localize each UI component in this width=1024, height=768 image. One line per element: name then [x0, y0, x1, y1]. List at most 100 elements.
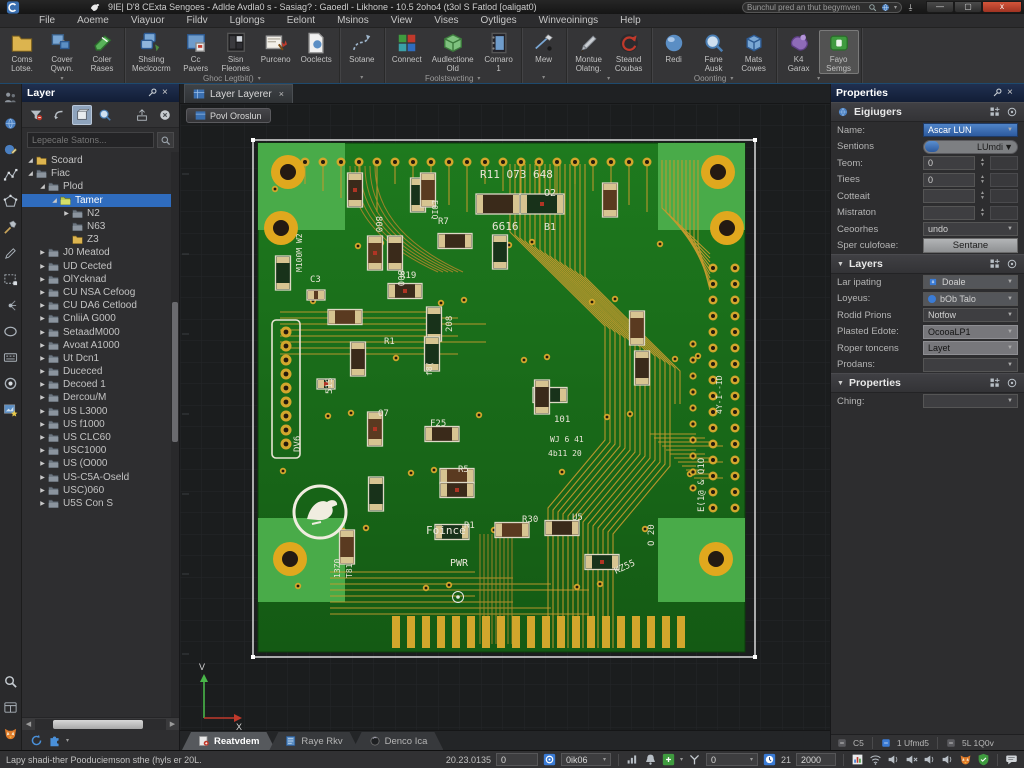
- polyline-icon[interactable]: [2, 166, 20, 184]
- view-tab-denco-ica[interactable]: Denco Ica: [353, 732, 444, 750]
- tree-closed-arrow-icon[interactable]: ▶: [62, 210, 71, 217]
- tree-item-setaadm000[interactable]: ▶SetaadM000: [22, 325, 179, 338]
- ribbon-button-cc[interactable]: Cc Pavers: [176, 30, 216, 74]
- refresh-icon[interactable]: [30, 734, 43, 747]
- ribbon-button-mew[interactable]: Mew: [524, 30, 564, 65]
- tree-item-avoat-a1000[interactable]: ▶Avoat A1000: [22, 339, 179, 352]
- tree-item-fiac[interactable]: ◢Fiac: [22, 167, 179, 180]
- tree-item-us-l3000[interactable]: ▶US L3000: [22, 405, 179, 418]
- tree-item-u5s-con-s[interactable]: ▶U5S Con S: [22, 497, 179, 510]
- tree-vertical-scrollbar[interactable]: [171, 152, 179, 717]
- property-button[interactable]: Sentane: [923, 238, 1018, 253]
- titlebar-search-input[interactable]: [747, 3, 864, 12]
- tree-item-n63[interactable]: N63: [22, 220, 179, 233]
- ribbon-button-shsling[interactable]: Shsling Meclcocrm: [127, 30, 176, 74]
- target-icon[interactable]: [543, 753, 556, 766]
- minimize-button[interactable]: —: [926, 1, 954, 13]
- ribbon-button-montue[interactable]: Montue Olatng.: [569, 30, 609, 74]
- tree-closed-arrow-icon[interactable]: ▶: [38, 381, 47, 388]
- spinner-field[interactable]: 0: [923, 156, 975, 170]
- status-field-2[interactable]: 0▾: [706, 753, 758, 766]
- ribbon-button-comaro[interactable]: Comaro 1: [479, 30, 519, 74]
- ribbon-button-ooclects[interactable]: Ooclects: [296, 30, 337, 65]
- section-header-eigiugers[interactable]: Eigiugers: [831, 102, 1024, 122]
- app-logo-icon[interactable]: [0, 1, 26, 14]
- spray-icon[interactable]: [2, 296, 20, 314]
- tree-item-ut-dcn1[interactable]: ▶Ut Dcn1: [22, 352, 179, 365]
- pcb-board-drawing[interactable]: R11 O73 648O26616B1R7800800E0IQR19C3M100…: [180, 104, 830, 730]
- tree-closed-arrow-icon[interactable]: ▶: [38, 421, 47, 428]
- sphedit-icon[interactable]: [2, 140, 20, 158]
- menu-item-fildv[interactable]: Fildv: [176, 14, 219, 28]
- tree-closed-arrow-icon[interactable]: ▶: [38, 276, 47, 283]
- tree-closed-arrow-icon[interactable]: ▶: [38, 289, 47, 296]
- hscroll-thumb[interactable]: [53, 720, 143, 729]
- ribbon-button-coler[interactable]: Coler Rases: [82, 30, 122, 74]
- tree-closed-arrow-icon[interactable]: ▶: [38, 447, 47, 454]
- target-circle-icon[interactable]: [1006, 258, 1018, 270]
- imagestar-icon[interactable]: [2, 400, 20, 418]
- footer-status-icon[interactable]: [881, 738, 891, 748]
- tree-item-j0-meatod[interactable]: ▶J0 Meatod: [22, 246, 179, 259]
- section-header-layers[interactable]: ▼Layers: [831, 254, 1024, 274]
- group-caret-icon[interactable]: ▾: [60, 75, 63, 82]
- tree-closed-arrow-icon[interactable]: ▶: [38, 487, 47, 494]
- xcirc-icon[interactable]: [155, 105, 175, 125]
- pin-icon[interactable]: [992, 87, 1004, 99]
- collapse-arrow-icon[interactable]: ▼: [837, 261, 844, 268]
- secondary-field[interactable]: [990, 156, 1018, 170]
- filter-icon[interactable]: [26, 105, 46, 125]
- property-dropdown[interactable]: Doale▼: [923, 275, 1018, 289]
- close-button[interactable]: x: [982, 1, 1022, 13]
- tree-item-decoed-1[interactable]: ▶Decoed 1: [22, 378, 179, 391]
- tree-open-arrow-icon[interactable]: ◢: [50, 197, 59, 204]
- panelw-icon[interactable]: [2, 698, 20, 716]
- menu-item-file[interactable]: File: [28, 14, 66, 28]
- ribbon-button-purceno[interactable]: Purceno: [256, 30, 296, 65]
- signal-bars-icon[interactable]: [626, 753, 639, 766]
- magnifier2-icon[interactable]: [2, 672, 20, 690]
- spinner-field[interactable]: 0: [923, 173, 975, 187]
- sphereb-icon[interactable]: [2, 114, 20, 132]
- group-caret-icon[interactable]: ▾: [477, 75, 480, 82]
- wifi-icon[interactable]: [869, 753, 882, 766]
- tree-item-dercou-m[interactable]: ▶Dercou/M: [22, 391, 179, 404]
- keyboard-icon[interactable]: [2, 348, 20, 366]
- upload-icon[interactable]: [132, 105, 152, 125]
- spk-icon[interactable]: [887, 753, 900, 766]
- tree-item-cnliia-g000[interactable]: ▶CnliiA G000: [22, 312, 179, 325]
- chat-icon[interactable]: [1005, 753, 1018, 766]
- menu-item-msinos[interactable]: Msinos: [326, 14, 380, 28]
- property-dropdown[interactable]: OcooaLP1▼: [923, 325, 1018, 339]
- maximize-button[interactable]: ▢: [954, 1, 982, 13]
- close-panel-icon[interactable]: ×: [162, 87, 174, 99]
- tree-closed-arrow-icon[interactable]: ▶: [38, 460, 47, 467]
- clock-icon[interactable]: [763, 753, 776, 766]
- tree-item-plod[interactable]: ◢Plod: [22, 180, 179, 193]
- tree-closed-arrow-icon[interactable]: ▶: [38, 329, 47, 336]
- hammer-icon[interactable]: [2, 218, 20, 236]
- menu-item-winveoinings[interactable]: Winveoinings: [528, 14, 609, 28]
- ribbon-button-coms[interactable]: Coms Lotse.: [2, 30, 42, 74]
- menu-item-view[interactable]: View: [380, 14, 424, 28]
- group-caret-icon[interactable]: ▾: [607, 75, 610, 82]
- tree-closed-arrow-icon[interactable]: ▶: [38, 249, 47, 256]
- close-panel-icon[interactable]: ×: [1007, 87, 1019, 99]
- secondary-field[interactable]: [990, 189, 1018, 203]
- tree-closed-arrow-icon[interactable]: ▶: [38, 302, 47, 309]
- status-field-1[interactable]: 0: [496, 753, 538, 766]
- tree-item-cu-da6-cetlood[interactable]: ▶CU DA6 Cetlood: [22, 299, 179, 312]
- tree-horizontal-scrollbar[interactable]: ◀ ▶: [22, 717, 179, 730]
- tree-closed-arrow-icon[interactable]: ▶: [38, 408, 47, 415]
- tree-item-us-f1000[interactable]: ▶US f1000: [22, 418, 179, 431]
- canvas-overlay-button[interactable]: Povl Oroslun: [186, 108, 271, 123]
- footer-status-icon[interactable]: [837, 738, 847, 748]
- spinner-arrows[interactable]: ▲▼: [978, 156, 987, 170]
- spkx-icon[interactable]: [905, 753, 918, 766]
- tree-item-duceced[interactable]: ▶Duceced: [22, 365, 179, 378]
- group-caret-icon[interactable]: ▾: [730, 75, 733, 82]
- scroll-left-arrow[interactable]: ◀: [22, 718, 35, 731]
- ribbon-button-connect[interactable]: Connect: [387, 30, 427, 65]
- ribbon-button-sisn[interactable]: Sisn Fleones: [216, 30, 256, 74]
- property-dropdown[interactable]: Layet▼: [923, 341, 1018, 355]
